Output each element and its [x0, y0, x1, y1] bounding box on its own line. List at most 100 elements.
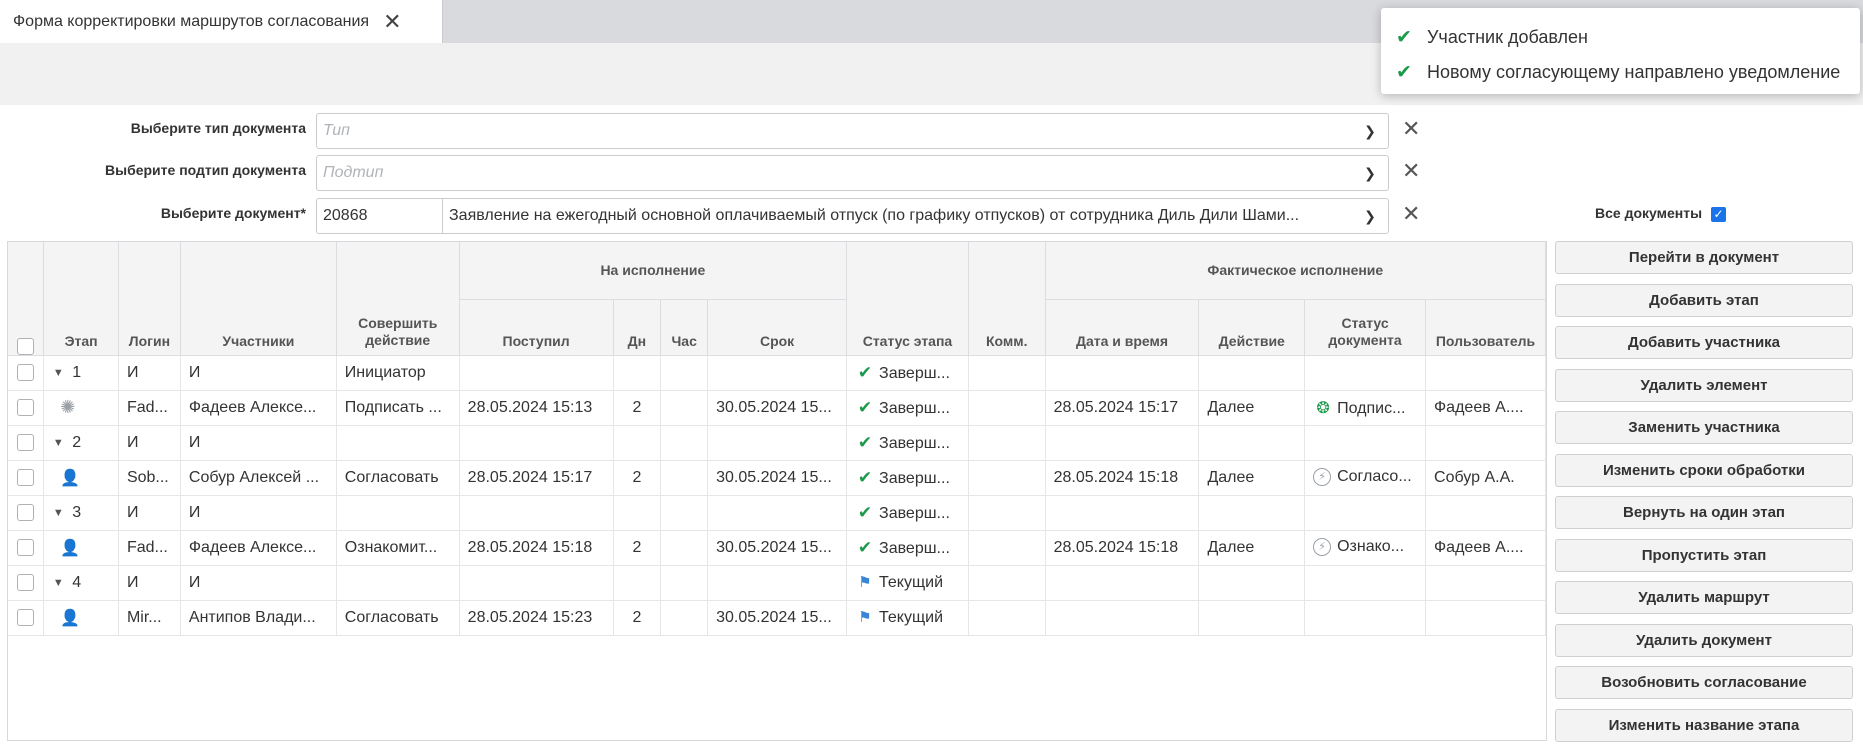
cell-action[interactable]	[336, 565, 460, 601]
cell-fact-action[interactable]	[1198, 355, 1306, 391]
cell-fact-action[interactable]	[1198, 600, 1306, 636]
cell-deadline[interactable]: 30.05.2024 15...	[707, 530, 848, 566]
row-checkbox[interactable]	[17, 433, 35, 451]
cell-comment[interactable]	[968, 460, 1046, 496]
cell-login[interactable]: Mir...	[118, 600, 181, 636]
cell-days[interactable]	[613, 495, 662, 531]
col-user[interactable]: Пользователь	[1425, 299, 1546, 356]
cell-days[interactable]: 2	[613, 530, 662, 566]
chevron-down-icon[interactable]: ❯	[1352, 165, 1388, 182]
cell-action[interactable]	[336, 495, 460, 531]
cell-comment[interactable]	[968, 425, 1046, 461]
cell-action[interactable]: Подписать ...	[336, 390, 460, 426]
cell-stage-status[interactable]: ⚑ Текущий	[846, 565, 969, 601]
cell-doc-status[interactable]: ⚡ Согласо...	[1304, 460, 1427, 496]
delete-document-button[interactable]: Удалить документ	[1555, 623, 1853, 657]
select-all-checkbox[interactable]	[17, 337, 35, 354]
cell-user[interactable]	[1425, 565, 1546, 601]
cell-hours[interactable]	[660, 390, 709, 426]
document-number-field[interactable]: 20868	[317, 199, 443, 233]
caret-down-icon[interactable]: ▼	[52, 367, 64, 379]
cell-comment[interactable]	[968, 495, 1046, 531]
cell-comment[interactable]	[968, 600, 1046, 636]
cell-datetime[interactable]	[1045, 495, 1200, 531]
cell-hours[interactable]	[660, 355, 709, 391]
cell-hours[interactable]	[660, 425, 709, 461]
cell-hours[interactable]	[660, 565, 709, 601]
cell-received[interactable]: 28.05.2024 15:18	[459, 530, 614, 566]
cell-deadline[interactable]: 30.05.2024 15...	[707, 390, 848, 426]
caret-down-icon[interactable]: ▼	[52, 507, 64, 519]
delete-route-button[interactable]: Удалить маршрут	[1555, 581, 1853, 614]
cell-stage-status[interactable]: ✔ Заверш...	[846, 390, 969, 426]
cell-doc-status[interactable]: ❂ Подпис...	[1304, 390, 1427, 426]
cell-login[interactable]: Sob...	[118, 460, 181, 496]
cell-login[interactable]: И	[118, 495, 181, 531]
cell-stage-status[interactable]: ✔ Заверш...	[846, 495, 969, 531]
rename-stage-button[interactable]: Изменить название этапа	[1555, 708, 1853, 742]
chevron-down-icon[interactable]: ❯	[1352, 208, 1388, 225]
cell-action[interactable]: Ознакомит...	[336, 530, 460, 566]
col-participants[interactable]: Участники	[180, 242, 337, 356]
cell-fact-action[interactable]: Далее	[1198, 390, 1306, 426]
close-icon[interactable]: ✕	[383, 10, 401, 33]
cell-fact-action[interactable]	[1198, 565, 1306, 601]
cell-user[interactable]	[1425, 425, 1546, 461]
cell-received[interactable]	[459, 495, 614, 531]
replace-participant-button[interactable]: Заменить участника	[1555, 411, 1853, 444]
stage-row[interactable]: ▼ 2 И И ✔ Заверш...	[8, 425, 1546, 461]
all-documents-checkbox[interactable]: ✓	[1711, 207, 1726, 222]
delete-element-button[interactable]: Удалить элемент	[1555, 368, 1853, 402]
cell-participant[interactable]: И	[180, 495, 337, 531]
cell-days[interactable]: 2	[613, 600, 662, 636]
cell-login[interactable]: Fad...	[118, 530, 181, 566]
cell-doc-status[interactable]	[1304, 600, 1427, 636]
row-checkbox[interactable]	[17, 363, 35, 381]
cell-comment[interactable]	[968, 355, 1046, 391]
cell-days[interactable]	[613, 425, 662, 461]
cell-fact-action[interactable]	[1198, 495, 1306, 531]
cell-datetime[interactable]	[1045, 600, 1200, 636]
col-stage-status[interactable]: Статус этапа	[846, 242, 969, 356]
change-deadlines-button[interactable]: Изменить сроки обработки	[1555, 453, 1853, 487]
cell-doc-status[interactable]	[1304, 495, 1427, 531]
cell-doc-status[interactable]	[1304, 565, 1427, 601]
cell-datetime[interactable]	[1045, 425, 1200, 461]
return-one-stage-button[interactable]: Вернуть на один этап	[1555, 496, 1853, 529]
stage-row[interactable]: ▼ 3 И И ✔ Заверш...	[8, 495, 1546, 531]
participant-row[interactable]: 👤 Fad... Фадеев Алексе... Ознакомит... 28.05…	[8, 530, 1546, 566]
cell-participant[interactable]: И	[180, 565, 337, 601]
cell-stage-status[interactable]: ✔ Заверш...	[846, 425, 969, 461]
cell-user[interactable]	[1425, 600, 1546, 636]
cell-received[interactable]: 28.05.2024 15:17	[459, 460, 614, 496]
cell-datetime[interactable]: 28.05.2024 15:18	[1045, 530, 1200, 566]
cell-user[interactable]: Фадеев А....	[1425, 390, 1546, 426]
clear-type-icon[interactable]: ✕	[1402, 116, 1420, 142]
cell-doc-status[interactable]: ⚡ Ознако...	[1304, 530, 1427, 566]
cell-hours[interactable]	[660, 495, 709, 531]
cell-received[interactable]	[459, 565, 614, 601]
add-stage-button[interactable]: Добавить этап	[1555, 283, 1853, 317]
cell-doc-status[interactable]	[1304, 425, 1427, 461]
cell-user[interactable]	[1425, 355, 1546, 391]
col-stage[interactable]: Этап	[43, 242, 119, 356]
cell-participant[interactable]: И	[180, 355, 337, 391]
col-hours[interactable]: Час	[660, 299, 709, 356]
cell-participant[interactable]: И	[180, 425, 337, 461]
clear-subtype-icon[interactable]: ✕	[1402, 158, 1420, 184]
clear-document-icon[interactable]: ✕	[1402, 201, 1420, 227]
cell-stage-status[interactable]: ✔ Заверш...	[846, 530, 969, 566]
cell-deadline[interactable]	[707, 565, 848, 601]
cell-participant[interactable]: Собур Алексей ...	[180, 460, 337, 496]
col-fact-action[interactable]: Действие	[1198, 299, 1306, 356]
cell-action[interactable]	[336, 425, 460, 461]
cell-stage-status[interactable]: ✔ Заверш...	[846, 355, 969, 391]
row-checkbox[interactable]	[17, 538, 35, 556]
skip-stage-button[interactable]: Пропустить этап	[1555, 538, 1853, 572]
col-comment[interactable]: Комм.	[968, 242, 1046, 356]
row-checkbox[interactable]	[17, 468, 35, 486]
col-datetime[interactable]: Дата и время	[1045, 299, 1200, 356]
cell-deadline[interactable]	[707, 425, 848, 461]
participant-row[interactable]: 👤 Sob... Собур Алексей ... Согласовать 28.05…	[8, 460, 1546, 496]
row-checkbox[interactable]	[17, 503, 35, 521]
